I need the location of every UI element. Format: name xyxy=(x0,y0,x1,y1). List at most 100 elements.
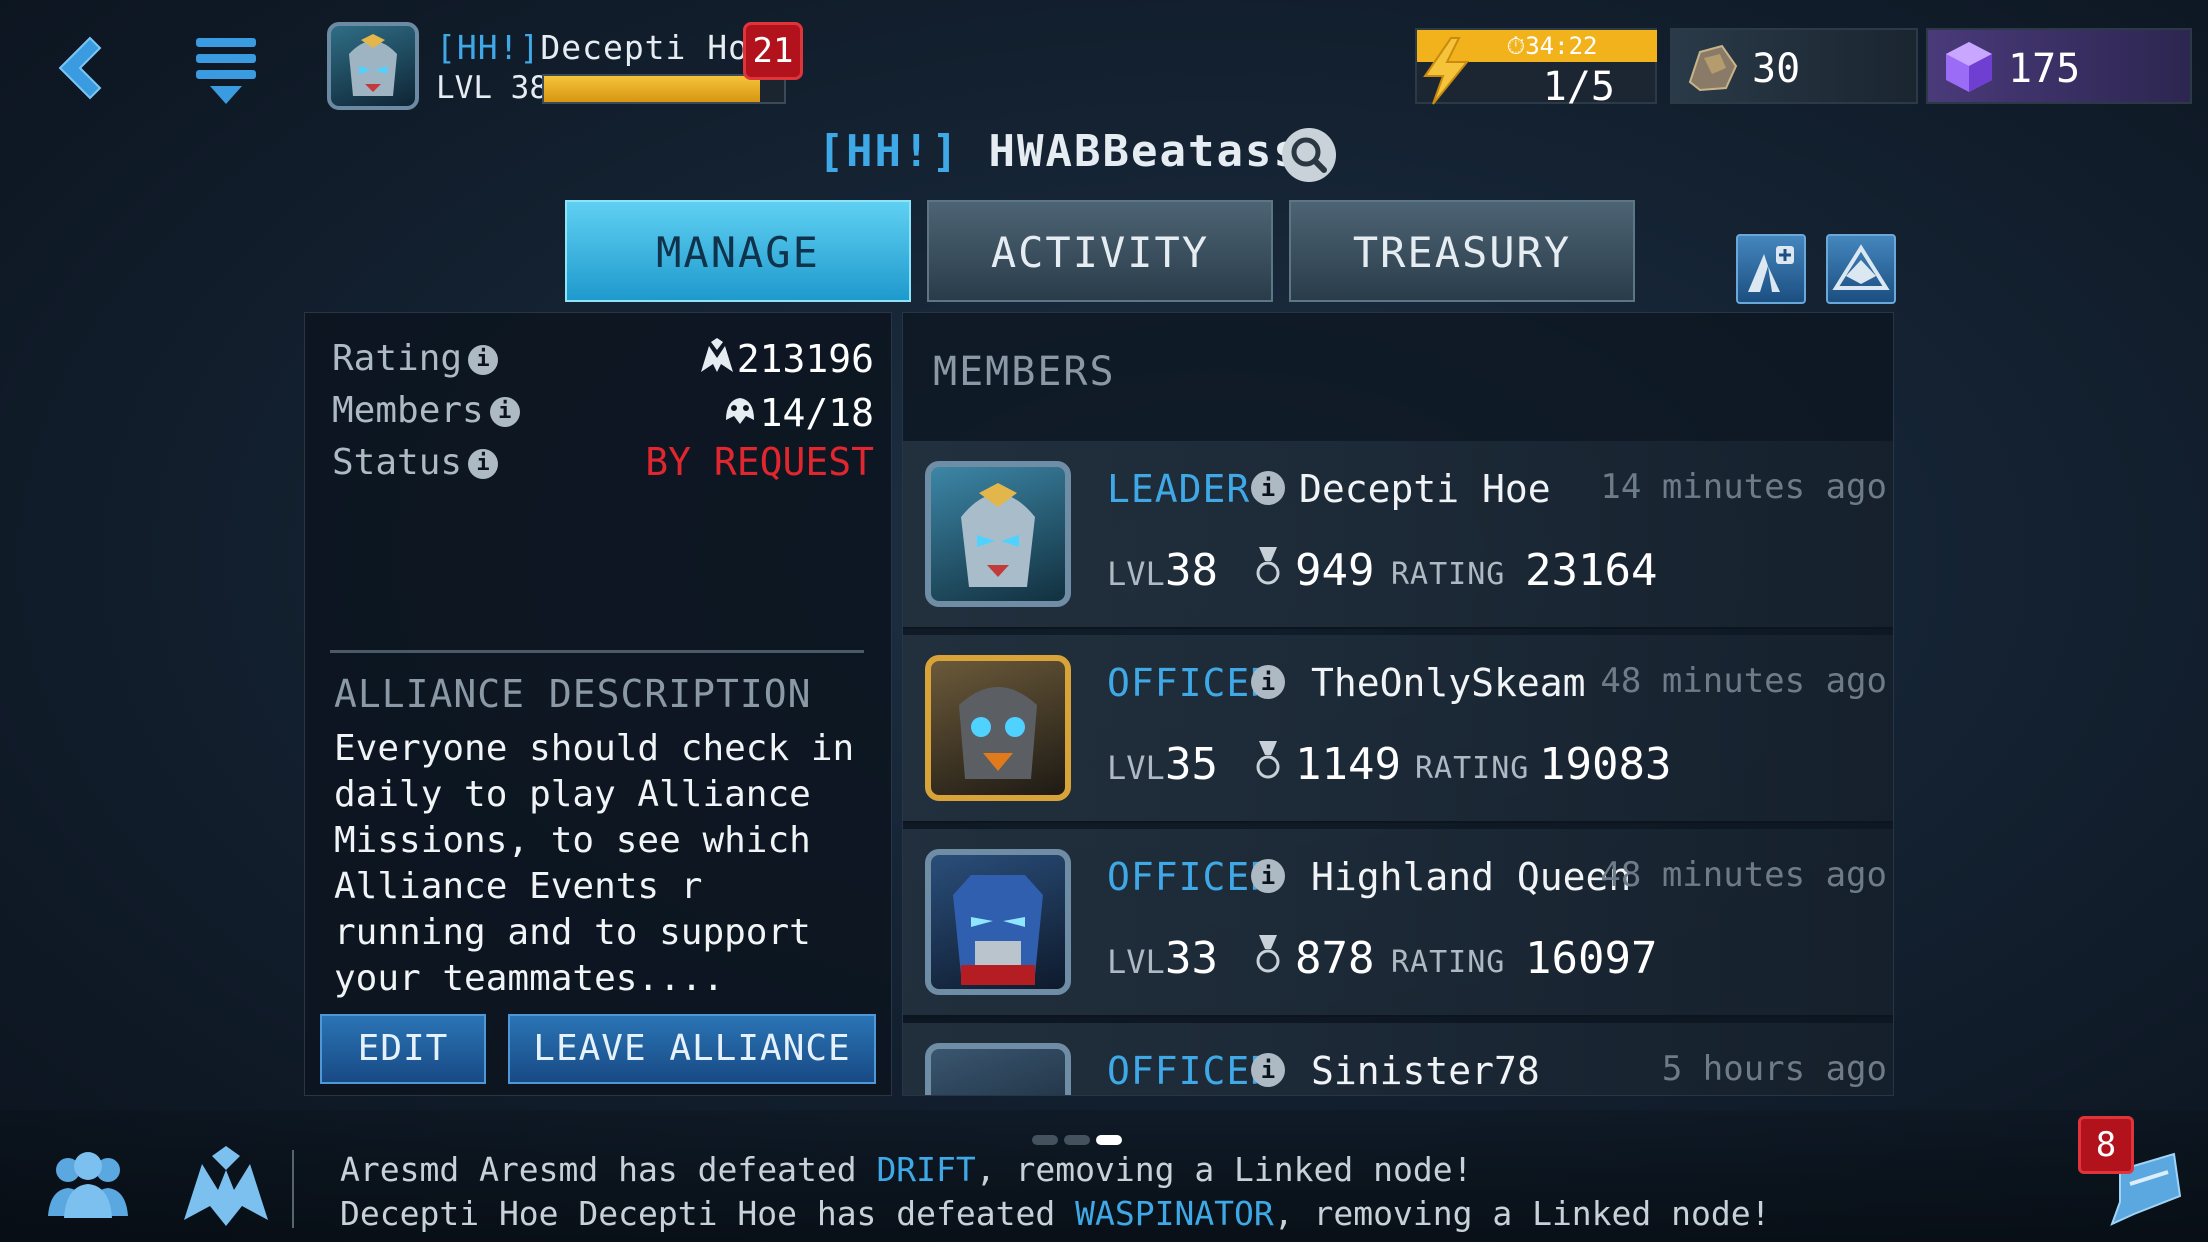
member-level-label: LVL xyxy=(1107,555,1165,593)
page-dot xyxy=(1032,1135,1058,1145)
page-dot xyxy=(1064,1135,1090,1145)
alliance-add-button[interactable] xyxy=(1736,234,1806,304)
member-role: OFFICER xyxy=(1107,855,1275,899)
member-name: Decepti Hoe xyxy=(1299,467,1551,511)
member-name: TheOnlySkeam xyxy=(1311,661,1586,705)
leave-alliance-button[interactable]: LEAVE ALLIANCE xyxy=(508,1014,876,1084)
menu-icon xyxy=(196,38,256,104)
member-row[interactable]: OFFICER i Sinister78 5 hours ago xyxy=(903,1023,1893,1095)
tab-treasury[interactable]: TREASURY xyxy=(1289,200,1635,302)
alliance-mail-button[interactable] xyxy=(1826,234,1896,304)
member-last-seen: 5 hours ago xyxy=(1661,1049,1887,1089)
page-dot xyxy=(1096,1135,1122,1145)
notification-badge[interactable]: 21 xyxy=(743,22,803,80)
rating-value: 213196 xyxy=(697,336,874,381)
gem-currency[interactable]: 175 xyxy=(1926,28,2192,104)
members-icon xyxy=(725,398,754,424)
info-icon[interactable]: i xyxy=(1251,665,1285,699)
member-last-seen: 14 minutes ago xyxy=(1600,467,1887,507)
people-icon xyxy=(48,1152,128,1218)
medal-icon xyxy=(1256,935,1280,973)
member-rating-label: RATING xyxy=(1415,751,1530,786)
members-label: Members i xyxy=(332,390,520,431)
member-rating: 23164 xyxy=(1525,545,1658,596)
chevron-left-icon xyxy=(58,36,102,100)
member-avatar[interactable] xyxy=(925,1043,1071,1095)
member-score: 878 xyxy=(1295,933,1375,984)
tab-activity[interactable]: ACTIVITY xyxy=(927,200,1273,302)
member-row[interactable]: OFFICER i TheOnlySkeam 48 minutes ago LV… xyxy=(903,635,1893,823)
alliance-title: [HH!] HWABBeatass xyxy=(817,126,1302,177)
robot-face-icon xyxy=(953,875,1043,985)
member-rating: 16097 xyxy=(1525,933,1658,984)
member-row[interactable]: OFFICER i Highland Queen 48 minutes ago … xyxy=(903,829,1893,1017)
page-indicator xyxy=(1032,1130,1128,1145)
member-row[interactable]: LEADER i Decepti Hoe 14 minutes ago LVL … xyxy=(903,441,1893,629)
lightning-icon xyxy=(1423,37,1470,105)
members-value: 14/18 xyxy=(720,390,874,435)
member-score: 1149 xyxy=(1295,739,1401,790)
divider xyxy=(292,1150,294,1228)
chat-badge[interactable]: 8 xyxy=(2078,1116,2134,1174)
alliance-search-button[interactable] xyxy=(1282,128,1336,182)
rating-label: Rating i xyxy=(332,338,499,379)
activity-feed-line: Decepti Hoe Decepti Hoe has defeated WAS… xyxy=(340,1194,1771,1233)
member-level: 33 xyxy=(1165,933,1218,984)
member-level-label: LVL xyxy=(1107,943,1165,981)
member-role: OFFICER xyxy=(1107,661,1275,705)
alliance-members-button[interactable] xyxy=(38,1140,138,1230)
energy-box[interactable]: ⏱34:22 1/5 xyxy=(1415,28,1657,110)
xp-bar-fill xyxy=(544,76,760,102)
description-title: ALLIANCE DESCRIPTION xyxy=(334,672,812,716)
divider xyxy=(330,650,864,653)
decepticon-icon xyxy=(184,1146,268,1226)
info-icon[interactable]: i xyxy=(1251,1053,1285,1087)
faction-button[interactable] xyxy=(176,1140,276,1230)
member-score: 949 xyxy=(1295,545,1375,596)
member-avatar[interactable] xyxy=(925,849,1071,995)
status-value: BY REQUEST xyxy=(645,440,874,484)
menu-button[interactable] xyxy=(190,34,262,108)
member-level: 38 xyxy=(1165,545,1218,596)
member-name: Sinister78 xyxy=(1311,1049,1540,1093)
player-name: [HH!]Decepti Hoe xyxy=(436,28,770,67)
energy-count: 1/5 xyxy=(1542,64,1615,110)
member-rating-label: RATING xyxy=(1391,945,1506,980)
members-header: MEMBERS xyxy=(933,349,1116,395)
robot-face-icon xyxy=(349,34,397,96)
decepticon-icon xyxy=(700,338,733,372)
description-text: Everyone should check in daily to play A… xyxy=(334,728,855,999)
info-icon[interactable]: i xyxy=(489,397,520,427)
member-name: Highland Queen xyxy=(1311,855,1632,899)
member-level: 35 xyxy=(1165,739,1218,790)
member-role: LEADER xyxy=(1107,467,1251,511)
medal-icon xyxy=(1256,547,1280,585)
member-rating-label: RATING xyxy=(1391,557,1506,592)
back-button[interactable] xyxy=(40,28,120,108)
search-icon xyxy=(1291,137,1327,173)
member-role: OFFICER xyxy=(1107,1049,1275,1093)
info-icon[interactable]: i xyxy=(1251,859,1285,893)
member-last-seen: 48 minutes ago xyxy=(1600,855,1887,895)
robot-face-icon xyxy=(961,483,1035,587)
info-icon[interactable]: i xyxy=(1251,471,1285,505)
member-rating: 19083 xyxy=(1539,739,1672,790)
gem-cube-icon xyxy=(1946,42,1992,92)
robot-face-icon xyxy=(959,687,1037,779)
tab-manage[interactable]: MANAGE xyxy=(565,200,911,302)
ore-icon xyxy=(1688,44,1738,92)
info-icon[interactable]: i xyxy=(468,449,499,479)
member-avatar[interactable] xyxy=(925,655,1071,801)
activity-feed-line: Aresmd Aresmd has defeated DRIFT, removi… xyxy=(340,1150,1473,1189)
player-level: LVL 38 xyxy=(436,70,548,106)
members-panel[interactable]: MEMBERS LEADER i Decepti Hoe 14 minutes … xyxy=(902,312,1894,1096)
medal-icon xyxy=(1256,741,1280,779)
ore-currency[interactable]: 30 xyxy=(1670,28,1918,104)
player-avatar[interactable] xyxy=(327,22,419,110)
edit-button[interactable]: EDIT xyxy=(320,1014,486,1084)
member-level-label: LVL xyxy=(1107,749,1165,787)
info-icon[interactable]: i xyxy=(468,345,499,375)
clock-icon: ⏱ xyxy=(1506,32,1526,60)
alliance-add-icon xyxy=(1748,246,1794,292)
member-avatar[interactable] xyxy=(925,461,1071,607)
